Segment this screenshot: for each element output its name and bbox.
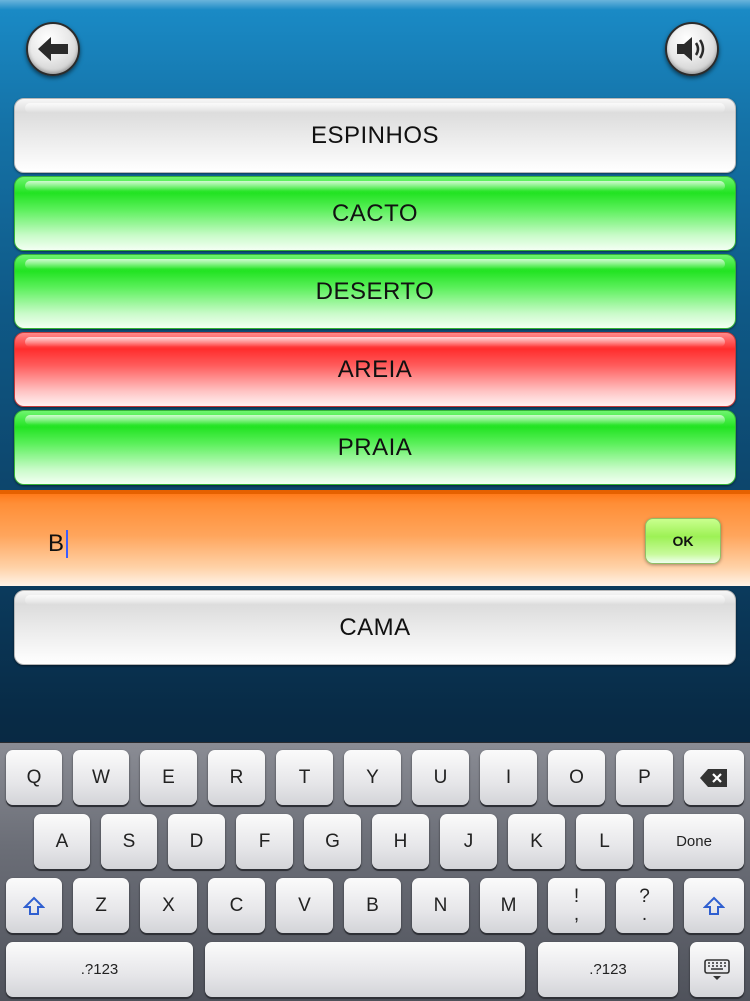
- word-option[interactable]: CAMA: [14, 590, 736, 665]
- key-h[interactable]: H: [372, 814, 429, 869]
- word-option[interactable]: DESERTO: [14, 254, 736, 329]
- done-key[interactable]: Done: [644, 814, 744, 869]
- numbers-key-left[interactable]: .?123: [6, 942, 193, 997]
- key-question-period[interactable]: ? .: [616, 878, 673, 933]
- hide-keyboard-key[interactable]: [690, 942, 744, 997]
- numbers-key-right[interactable]: .?123: [538, 942, 678, 997]
- key-stack: ? .: [639, 885, 650, 925]
- word-option[interactable]: CACTO: [14, 176, 736, 251]
- key-y[interactable]: Y: [344, 750, 401, 805]
- key-w[interactable]: W: [73, 750, 129, 805]
- shift-icon: [23, 896, 45, 915]
- key-k[interactable]: K: [508, 814, 565, 869]
- sound-button[interactable]: [665, 22, 719, 76]
- key-b[interactable]: B: [344, 878, 401, 933]
- word-option[interactable]: AREIA: [14, 332, 736, 407]
- word-label: ESPINHOS: [310, 121, 440, 149]
- key-v[interactable]: V: [276, 878, 333, 933]
- key-top-char: ?: [639, 885, 650, 907]
- arrow-left-icon: [38, 37, 68, 61]
- backspace-icon: [700, 768, 727, 787]
- key-l[interactable]: L: [576, 814, 633, 869]
- key-a[interactable]: A: [34, 814, 90, 869]
- answer-bar: B OK: [0, 490, 750, 586]
- word-option[interactable]: ESPINHOS: [14, 98, 736, 173]
- backspace-key[interactable]: [684, 750, 744, 805]
- key-n[interactable]: N: [412, 878, 469, 933]
- text-caret: [66, 530, 69, 558]
- answer-value: B: [48, 530, 65, 557]
- key-bottom-char: .: [641, 903, 648, 925]
- key-x[interactable]: X: [140, 878, 197, 933]
- key-o[interactable]: O: [548, 750, 605, 805]
- key-r[interactable]: R: [208, 750, 265, 805]
- key-top-char: !: [573, 885, 580, 907]
- key-p[interactable]: P: [616, 750, 673, 805]
- top-shine: [0, 0, 750, 10]
- key-t[interactable]: T: [276, 750, 333, 805]
- key-u[interactable]: U: [412, 750, 469, 805]
- key-j[interactable]: J: [440, 814, 497, 869]
- key-d[interactable]: D: [168, 814, 225, 869]
- key-i[interactable]: I: [480, 750, 537, 805]
- shift-icon: [703, 896, 725, 915]
- key-z[interactable]: Z: [73, 878, 129, 933]
- word-label: CAMA: [339, 613, 411, 641]
- word-label: CACTO: [331, 199, 419, 227]
- key-s[interactable]: S: [101, 814, 157, 869]
- key-c[interactable]: C: [208, 878, 265, 933]
- word-label: AREIA: [337, 355, 413, 383]
- key-e[interactable]: E: [140, 750, 197, 805]
- shift-key-right[interactable]: [684, 878, 744, 933]
- word-option[interactable]: PRAIA: [14, 410, 736, 485]
- speaker-icon: [677, 37, 705, 61]
- key-f[interactable]: F: [236, 814, 293, 869]
- word-label: PRAIA: [337, 433, 413, 461]
- answer-input[interactable]: B: [48, 530, 69, 558]
- shift-key-left[interactable]: [6, 878, 62, 933]
- key-q[interactable]: Q: [6, 750, 62, 805]
- on-screen-keyboard: Q W E R T Y U I O P A S D F G H J K L Do…: [0, 742, 750, 1001]
- key-stack: ! ,: [573, 885, 580, 925]
- key-m[interactable]: M: [480, 878, 537, 933]
- key-g[interactable]: G: [304, 814, 361, 869]
- key-exclamation-comma[interactable]: ! ,: [548, 878, 605, 933]
- ok-button[interactable]: OK: [645, 518, 721, 564]
- key-bottom-char: ,: [573, 903, 580, 925]
- keyboard-hide-icon: [704, 958, 730, 980]
- back-button[interactable]: [26, 22, 80, 76]
- word-label: DESERTO: [315, 277, 435, 305]
- space-key[interactable]: [205, 942, 525, 997]
